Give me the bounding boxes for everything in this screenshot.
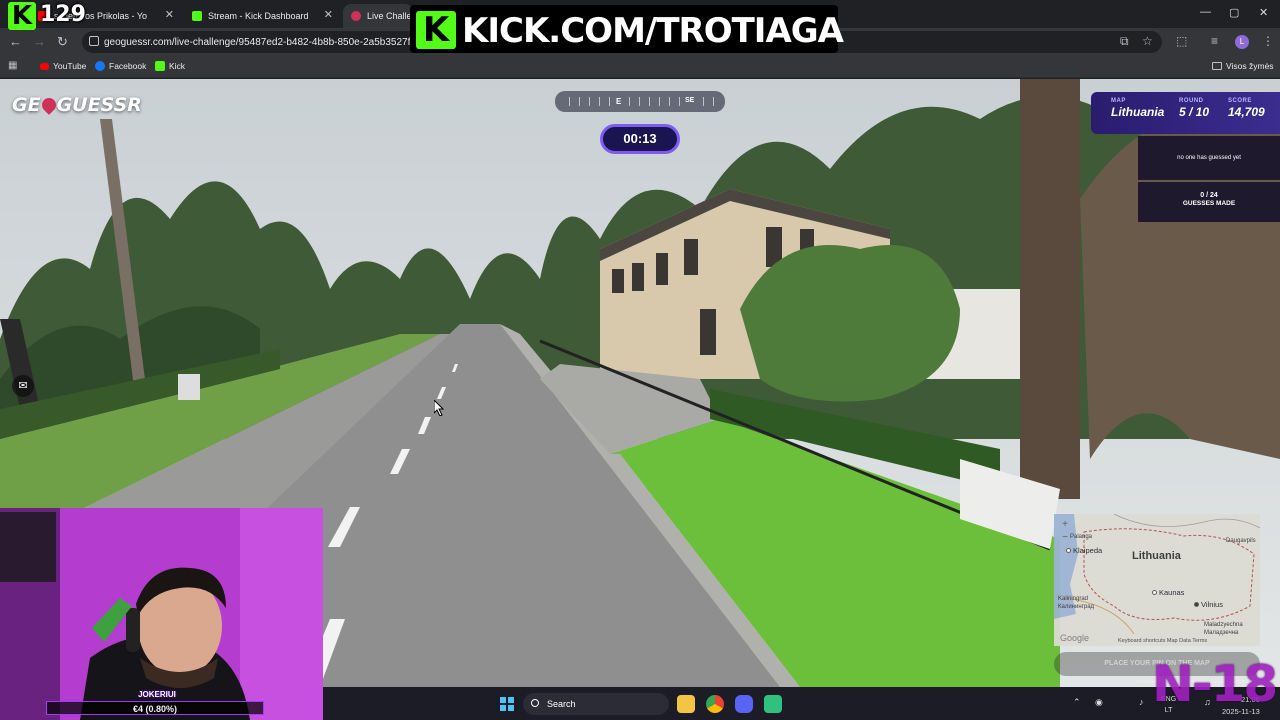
city-kaunas: Kaunas bbox=[1152, 588, 1184, 597]
city-klaipeda: Klaipeda bbox=[1066, 546, 1102, 555]
app-icon[interactable] bbox=[764, 695, 782, 713]
location-pin-icon bbox=[38, 95, 59, 115]
logo-text-right: GUESSR bbox=[56, 94, 142, 116]
bookmark-label: Facebook bbox=[109, 61, 147, 71]
kick-icon bbox=[155, 61, 165, 71]
tab-kick-dashboard[interactable]: Stream - Kick Dashboard ✕ bbox=[184, 4, 339, 28]
stream-goal-stat: €4 (0.80%) bbox=[46, 701, 264, 715]
age-rating: N-18 bbox=[1152, 655, 1278, 713]
folder-icon bbox=[1212, 62, 1222, 70]
streamer-webcam bbox=[0, 508, 323, 720]
guesses-count: 0 / 24 bbox=[1200, 192, 1218, 199]
discord-icon[interactable] bbox=[735, 695, 753, 713]
kick-banner: K KICK.COM/TROTIAGA bbox=[410, 5, 844, 53]
city-kaliningrad-ru: Калининград bbox=[1058, 604, 1095, 610]
maximize-icon[interactable]: ▢ bbox=[1229, 6, 1239, 19]
windows-taskbar bbox=[323, 687, 1280, 720]
tray-overflow-icon[interactable]: ⌃ bbox=[1073, 697, 1081, 708]
round-label: ROUND bbox=[1179, 98, 1204, 104]
url-text: geoguessr.com/live-challenge/95487ed2-b4… bbox=[104, 36, 428, 48]
banner-text: KICK.COM/TROTIAGA bbox=[462, 11, 844, 51]
minimize-icon[interactable]: — bbox=[1200, 6, 1211, 18]
all-bookmarks-label: Visos žymės bbox=[1226, 61, 1274, 71]
tab-live-challenge[interactable]: Live Challeng bbox=[343, 4, 413, 28]
search-icon bbox=[531, 699, 539, 707]
streamer-name: JOKERIUI bbox=[138, 690, 176, 699]
status-score: SCORE 14,709 bbox=[1228, 98, 1265, 119]
round-value: 5 / 10 bbox=[1179, 105, 1210, 119]
city-palanga: Palanga bbox=[1070, 534, 1093, 540]
close-window-icon[interactable]: ✕ bbox=[1259, 6, 1268, 19]
map-label: MAP bbox=[1111, 98, 1126, 104]
compass-southeast: SE bbox=[685, 97, 695, 104]
compass-east: E bbox=[616, 97, 622, 106]
status-round: ROUND 5 / 10 bbox=[1179, 98, 1209, 119]
city-maladzyechna: Maladzyechna bbox=[1204, 622, 1243, 628]
zoom-controls[interactable]: + − bbox=[1058, 518, 1072, 544]
logo-text-left: GE bbox=[12, 94, 41, 116]
install-app-icon[interactable]: ⧉ bbox=[1120, 34, 1129, 49]
bookmark-facebook[interactable]: Facebook bbox=[95, 61, 146, 71]
menu-icon[interactable]: ⋮ bbox=[1262, 34, 1274, 48]
game-status-panel: MAP Lithuania ROUND 5 / 10 SCORE 14,709 bbox=[1091, 92, 1280, 134]
taskbar-search[interactable]: Search bbox=[523, 693, 669, 715]
google-logo: Google bbox=[1060, 633, 1090, 643]
kick-logo: K bbox=[8, 2, 36, 30]
compass: E SE bbox=[555, 91, 725, 112]
map-value: Lithuania bbox=[1111, 105, 1165, 119]
bookmark-label: Kick bbox=[169, 61, 186, 71]
emote-chat-icon[interactable]: ✉ bbox=[12, 375, 34, 397]
site-info-icon[interactable] bbox=[89, 36, 99, 46]
close-tab-icon[interactable]: ✕ bbox=[165, 8, 174, 21]
guesses-label: GUESSES MADE bbox=[1182, 200, 1236, 207]
round-timer: 00:13 bbox=[600, 124, 680, 154]
apps-grid-icon[interactable]: ▦ bbox=[8, 60, 17, 71]
profile-avatar[interactable]: L bbox=[1235, 35, 1249, 49]
extensions-icon[interactable]: ⬚ bbox=[1176, 34, 1187, 48]
back-icon[interactable]: ← bbox=[9, 34, 22, 49]
city-maladzyechna-ru: Маладзечна bbox=[1204, 630, 1239, 636]
geoguessr-icon bbox=[351, 11, 361, 21]
city-kaliningrad: Kaliningrad bbox=[1058, 596, 1089, 602]
youtube-icon bbox=[40, 62, 49, 70]
tab-title: Stream - Kick Dashboard bbox=[208, 11, 309, 21]
city-daugavpils: Daugavpils bbox=[1226, 538, 1256, 544]
geoguessr-logo: GE GUESSR bbox=[12, 94, 142, 116]
score-value: 14,709 bbox=[1228, 105, 1265, 119]
guess-minimap[interactable]: + − Lithuania Klaipeda Kaunas Vilnius Pal… bbox=[1054, 514, 1260, 646]
minimap-country: Lithuania bbox=[1132, 550, 1181, 562]
viewer-count: 129 bbox=[40, 2, 86, 27]
guess-status: no one has guessed yet bbox=[1138, 136, 1280, 180]
windows-start-icon[interactable] bbox=[500, 697, 514, 711]
mouse-cursor-icon bbox=[434, 400, 444, 416]
bookmark-kick[interactable]: Kick bbox=[155, 61, 185, 71]
kick-icon bbox=[192, 11, 202, 21]
facebook-icon bbox=[95, 61, 105, 71]
forward-icon[interactable]: → bbox=[33, 34, 46, 49]
map-legal[interactable]: Keyboard shortcuts Map Data Terms bbox=[1118, 638, 1207, 644]
bookmark-star-icon[interactable]: ☆ bbox=[1142, 34, 1153, 48]
webcam-feed bbox=[0, 508, 323, 720]
kick-logo: K bbox=[416, 11, 456, 49]
city-vilnius: Vilnius bbox=[1194, 600, 1223, 609]
chrome-icon[interactable] bbox=[706, 695, 724, 713]
guesses-made-panel: 0 / 24 GUESSES MADE bbox=[1138, 182, 1280, 222]
bookmarks-bar: ▦ YouTube Facebook Kick Visos žymės bbox=[0, 56, 1280, 78]
close-tab-icon[interactable]: ✕ bbox=[324, 8, 333, 21]
bookmark-youtube[interactable]: YouTube bbox=[40, 61, 86, 71]
bookmark-label: YouTube bbox=[53, 61, 87, 71]
file-explorer-icon[interactable] bbox=[677, 695, 695, 713]
status-map: MAP Lithuania bbox=[1111, 98, 1164, 119]
tab-title: Live Challeng bbox=[367, 11, 413, 21]
score-label: SCORE bbox=[1228, 98, 1252, 104]
all-bookmarks[interactable]: Visos žymės bbox=[1212, 61, 1274, 71]
search-label: Search bbox=[547, 699, 576, 709]
tray-app-icon[interactable]: ◉ bbox=[1095, 697, 1103, 708]
media-icon[interactable]: ≡ bbox=[1211, 34, 1218, 48]
microphone-icon[interactable]: ♪ bbox=[1139, 697, 1144, 707]
reload-icon[interactable]: ↻ bbox=[57, 34, 68, 50]
